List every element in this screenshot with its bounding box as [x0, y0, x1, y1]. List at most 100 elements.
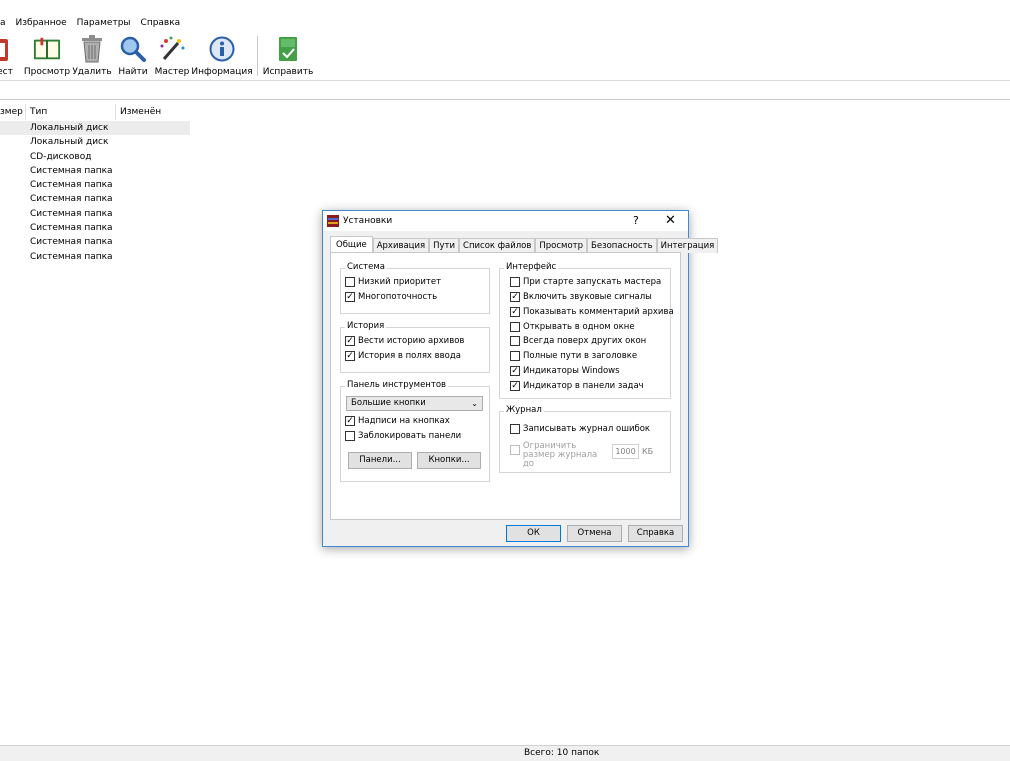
info-button[interactable]: Информация	[191, 33, 253, 79]
list-item[interactable]: Локальный диск	[0, 135, 190, 149]
checkbox-full-paths[interactable]: Полные пути в заголовке	[510, 351, 637, 361]
list-item[interactable]: Системная папка	[0, 192, 190, 206]
checkbox-box[interactable]	[510, 424, 520, 434]
column-type[interactable]: Тип	[26, 104, 116, 120]
status-text: Всего: 10 папок	[524, 748, 600, 758]
checkbox-box[interactable]	[510, 277, 520, 287]
menu-options[interactable]: Параметры	[77, 18, 131, 28]
checkbox-box[interactable]	[510, 445, 520, 455]
test-icon	[0, 35, 10, 63]
info-icon	[208, 35, 236, 63]
journal-size-input[interactable]: 1000	[612, 444, 639, 459]
checkbox-box[interactable]	[510, 351, 520, 361]
wizard-button[interactable]: Мастер	[153, 33, 191, 79]
winrar-icon	[327, 215, 339, 227]
help-icon[interactable]: ?	[633, 214, 639, 227]
checkbox-taskbar-indicator[interactable]: ✓ Индикатор в панели задач	[510, 381, 644, 391]
panels-button[interactable]: Панели...	[348, 452, 412, 469]
checkbox-box[interactable]	[510, 336, 520, 346]
buttons-button[interactable]: Кнопки...	[417, 452, 481, 469]
group-title: Панель инструментов	[345, 380, 449, 390]
checkbox-box[interactable]: ✓	[510, 307, 520, 317]
group-title: Интерфейс	[504, 262, 559, 272]
list-item[interactable]: Локальный диск	[0, 121, 190, 136]
checkbox-start-wizard[interactable]: При старте запускать мастера	[510, 277, 661, 287]
group-history: История	[340, 321, 490, 373]
menu-help[interactable]: Справка	[141, 18, 181, 28]
tab-viewer[interactable]: Просмотр	[535, 238, 588, 253]
tab-paths[interactable]: Пути	[429, 238, 460, 253]
toolbar-size-select[interactable]: Большие кнопки ⌄	[346, 396, 483, 411]
checkbox-archive-history[interactable]: ✓ Вести историю архивов	[345, 336, 464, 346]
tab-panel-general: Система Низкий приоритет ✓ Многопоточнос…	[330, 252, 681, 520]
test-button[interactable]: ест	[0, 33, 13, 79]
group-title: Система	[345, 262, 387, 272]
checkbox-box[interactable]	[510, 322, 520, 332]
checkbox-multithreading[interactable]: ✓ Многопоточность	[345, 292, 437, 302]
checkbox-lock-panels[interactable]: Заблокировать панели	[345, 431, 461, 441]
toolbar: ест Просмотр Удалить Найти Мастер Информ…	[0, 33, 1010, 81]
checkbox-box[interactable]: ✓	[510, 292, 520, 302]
delete-button[interactable]: Удалить	[72, 33, 112, 79]
list-item[interactable]: CD-дисковод	[0, 150, 190, 164]
list-item[interactable]: Системная папка	[0, 250, 190, 264]
menu-bar: а Избранное Параметры Справка	[0, 14, 1010, 32]
menu-favorites[interactable]: Избранное	[16, 18, 67, 28]
checkbox-always-on-top[interactable]: Всегда поверх других окон	[510, 336, 646, 346]
settings-dialog: Установки ? ✕ Общие Архивация Пути Списо…	[322, 210, 719, 547]
journal-size-unit: КБ	[642, 447, 654, 456]
repair-button[interactable]: Исправить	[263, 33, 313, 79]
checkbox-box[interactable]: ✓	[510, 381, 520, 391]
checkbox-box[interactable]: ✓	[345, 416, 355, 426]
view-button[interactable]: Просмотр	[22, 33, 72, 79]
list-item[interactable]: Системная папка	[0, 235, 190, 249]
checkbox-box[interactable]	[345, 431, 355, 441]
group-title: История	[345, 321, 387, 331]
checkbox-box[interactable]: ✓	[345, 351, 355, 361]
toolbar-separator	[257, 36, 258, 76]
tab-archiving[interactable]: Архивация	[372, 238, 430, 253]
close-icon[interactable]: ✕	[665, 213, 676, 228]
column-size[interactable]: змер	[0, 104, 26, 120]
dialog-tabs: Общие Архивация Пути Список файлов Просм…	[330, 236, 719, 253]
list-item[interactable]: Системная папка	[0, 207, 190, 221]
menu-file[interactable]: а	[0, 18, 6, 28]
checkbox-log-errors[interactable]: Записывать журнал ошибок	[510, 424, 650, 434]
checkbox-box[interactable]: ✓	[345, 292, 355, 302]
tab-general[interactable]: Общие	[330, 236, 373, 253]
magnifier-icon	[119, 35, 147, 63]
checkbox-input-history[interactable]: ✓ История в полях ввода	[345, 351, 461, 361]
checkbox-low-priority[interactable]: Низкий приоритет	[345, 277, 441, 287]
repair-icon	[274, 35, 302, 63]
checkbox-box[interactable]: ✓	[345, 336, 355, 346]
checkbox-show-comment[interactable]: ✓ Показывать комментарий архива	[510, 307, 674, 317]
checkbox-single-window[interactable]: Открывать в одном окне	[510, 322, 635, 332]
ok-button[interactable]: ОК	[506, 525, 561, 542]
dialog-title-bar[interactable]: Установки ? ✕	[323, 211, 688, 231]
column-modified[interactable]: Изменён	[116, 104, 190, 120]
help-button[interactable]: Справка	[628, 525, 683, 542]
cancel-button[interactable]: Отмена	[567, 525, 622, 542]
address-bar[interactable]	[0, 82, 1010, 100]
group-system: Система	[340, 262, 490, 314]
checkbox-box[interactable]: ✓	[510, 366, 520, 376]
magic-wand-icon	[158, 35, 186, 63]
checkbox-box[interactable]	[345, 277, 355, 287]
book-icon	[33, 35, 61, 63]
list-item[interactable]: Системная папка	[0, 164, 190, 178]
checkbox-limit-journal[interactable]: Ограничить размер журнала до	[510, 442, 600, 469]
tab-integration[interactable]: Интеграция	[656, 238, 719, 253]
tab-security[interactable]: Безопасность	[587, 238, 657, 253]
trash-icon	[78, 35, 106, 63]
chevron-down-icon: ⌄	[471, 399, 478, 408]
status-bar: Всего: 10 папок	[0, 745, 1010, 761]
dialog-title: Установки	[343, 216, 393, 226]
checkbox-button-labels[interactable]: ✓ Надписи на кнопках	[345, 416, 450, 426]
list-item[interactable]: Системная папка	[0, 178, 190, 192]
checkbox-sound[interactable]: ✓ Включить звуковые сигналы	[510, 292, 652, 302]
find-button[interactable]: Найти	[115, 33, 151, 79]
list-item[interactable]: Системная папка	[0, 221, 190, 235]
file-list: Локальный диск Локальный диск CD-дисково…	[0, 121, 190, 264]
checkbox-windows-indicators[interactable]: ✓ Индикаторы Windows	[510, 366, 620, 376]
tab-file-list[interactable]: Список файлов	[459, 238, 536, 253]
